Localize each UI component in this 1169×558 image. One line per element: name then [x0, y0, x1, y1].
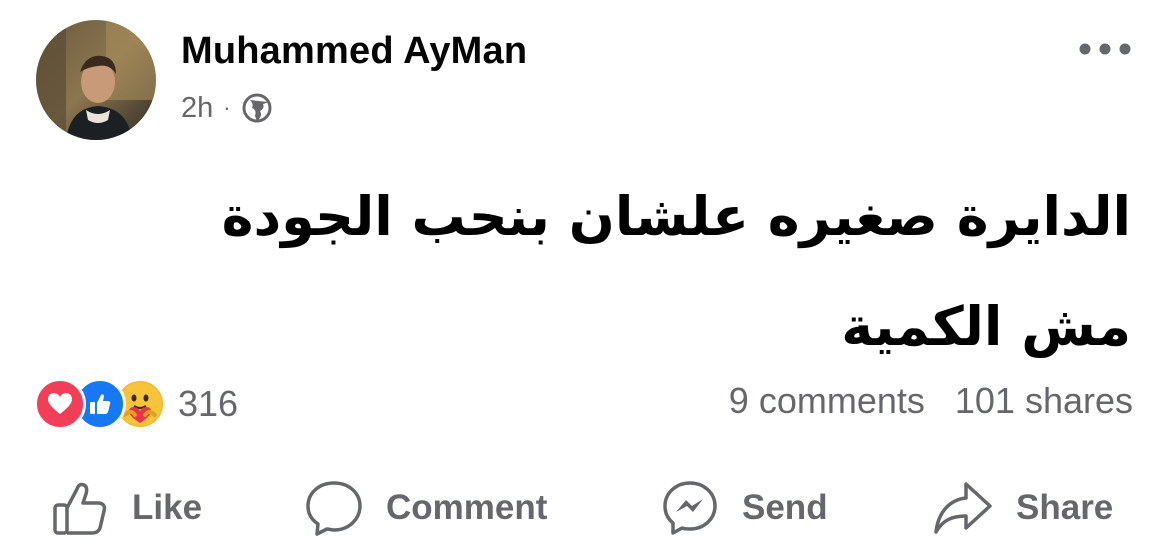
post-text-line: مش الكمية [841, 295, 1131, 358]
messenger-icon [663, 481, 717, 535]
post-timestamp[interactable]: 2h [181, 92, 213, 125]
post-options-button[interactable] [1076, 32, 1134, 66]
meta-separator: · [223, 95, 231, 120]
post-meta: 2h · [181, 90, 273, 126]
thumbs-up-icon [53, 482, 107, 535]
send-button[interactable]: Send [660, 470, 828, 546]
engagement-counts: 9 comments 101 shares [699, 380, 1133, 422]
love-reaction-icon [34, 378, 86, 430]
globe-icon[interactable] [241, 92, 273, 124]
author-avatar[interactable] [36, 20, 156, 140]
reactions-summary[interactable]: 316 [34, 377, 238, 431]
share-arrow-icon [934, 482, 992, 534]
shares-count[interactable]: 101 shares [955, 380, 1133, 422]
send-label: Send [742, 488, 828, 527]
avatar-photo [36, 20, 156, 140]
reaction-count: 316 [178, 383, 239, 424]
action-bar: Like Comment Send Share [0, 470, 1169, 546]
more-dots-icon [1079, 43, 1131, 55]
comment-label: Comment [386, 488, 548, 527]
author-name[interactable]: Muhammed AyMan [181, 30, 527, 73]
post-text-line: الدايرة صغيره علشان بنحب الجودة [221, 185, 1131, 248]
like-button[interactable]: Like [50, 470, 202, 546]
comment-button[interactable]: Comment [304, 470, 547, 546]
comment-icon [306, 481, 362, 536]
share-label: Share [1016, 488, 1114, 527]
like-label: Like [132, 488, 203, 527]
share-button[interactable]: Share [932, 470, 1113, 546]
comments-count[interactable]: 9 comments [729, 380, 925, 422]
post-text: الدايرة صغيره علشان بنحب الجودة مش الكمي… [21, 162, 1131, 382]
